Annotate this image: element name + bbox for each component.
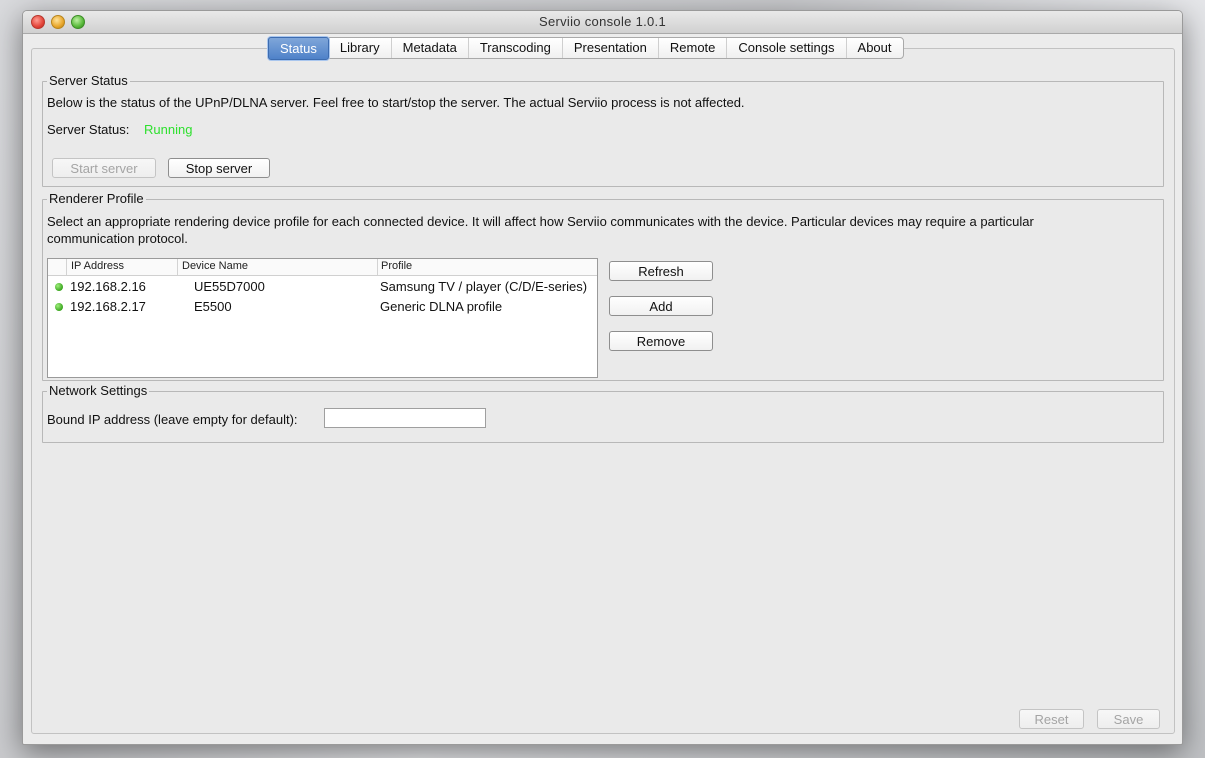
column-header-ip[interactable]: IP Address [71, 260, 124, 272]
column-header-profile[interactable]: Profile [381, 260, 412, 272]
window-title: Serviio console 1.0.1 [539, 14, 666, 29]
renderer-profile-group: Renderer Profile Select an appropriate r… [42, 191, 1164, 381]
refresh-button[interactable]: Refresh [609, 261, 713, 281]
column-separator[interactable] [66, 259, 67, 275]
tab-metadata[interactable]: Metadata [392, 38, 469, 58]
tab-console-settings[interactable]: Console settings [727, 38, 847, 58]
table-row[interactable]: 192.168.2.16 UE55D7000 Samsung TV / play… [48, 277, 597, 297]
row-ip: 192.168.2.17 [70, 299, 146, 314]
renderer-table-header: IP Address Device Name Profile [48, 259, 597, 276]
renderer-profile-legend: Renderer Profile [47, 191, 146, 206]
start-server-button[interactable]: Start server [52, 158, 156, 178]
tab-status[interactable]: Status [268, 37, 329, 60]
save-button[interactable]: Save [1097, 709, 1160, 729]
bound-ip-label: Bound IP address (leave empty for defaul… [47, 412, 298, 427]
tab-remote[interactable]: Remote [659, 38, 728, 58]
column-header-device[interactable]: Device Name [182, 260, 248, 272]
bound-ip-input[interactable] [324, 408, 486, 428]
row-profile[interactable]: Samsung TV / player (C/D/E-series) [380, 279, 587, 294]
network-settings-group: Network Settings Bound IP address (leave… [42, 383, 1164, 443]
status-dot-icon [55, 303, 63, 311]
tab-presentation[interactable]: Presentation [563, 38, 659, 58]
add-button[interactable]: Add [609, 296, 713, 316]
title-bar[interactable]: Serviio console 1.0.1 [23, 11, 1182, 34]
column-separator[interactable] [377, 259, 378, 275]
server-status-value: Running [144, 122, 193, 137]
server-status-description: Below is the status of the UPnP/DLNA ser… [47, 95, 745, 110]
renderer-profile-description-line2: communication protocol. [47, 231, 188, 246]
renderer-table[interactable]: IP Address Device Name Profile 192.168.2… [47, 258, 598, 378]
network-settings-legend: Network Settings [47, 383, 150, 398]
tab-library[interactable]: Library [329, 38, 392, 58]
row-device: E5500 [194, 299, 232, 314]
row-ip: 192.168.2.16 [70, 279, 146, 294]
tab-content-panel: Server Status Below is the status of the… [31, 48, 1175, 734]
tab-transcoding[interactable]: Transcoding [469, 38, 563, 58]
renderer-profile-description-line1: Select an appropriate rendering device p… [47, 214, 1034, 229]
column-separator[interactable] [177, 259, 178, 275]
server-status-label: Server Status: [47, 122, 130, 137]
server-status-group: Server Status Below is the status of the… [42, 73, 1164, 187]
tab-bar: Status Library Metadata Transcoding Pres… [267, 37, 904, 60]
tab-about[interactable]: About [847, 38, 903, 58]
app-window: Serviio console 1.0.1 Status Library Met… [22, 10, 1183, 745]
remove-button[interactable]: Remove [609, 331, 713, 351]
row-profile[interactable]: Generic DLNA profile [380, 299, 502, 314]
status-dot-icon [55, 283, 63, 291]
server-status-legend: Server Status [47, 73, 130, 88]
reset-button[interactable]: Reset [1019, 709, 1084, 729]
table-row[interactable]: 192.168.2.17 E5500 Generic DLNA profile [48, 297, 597, 317]
stop-server-button[interactable]: Stop server [168, 158, 270, 178]
row-device: UE55D7000 [194, 279, 265, 294]
